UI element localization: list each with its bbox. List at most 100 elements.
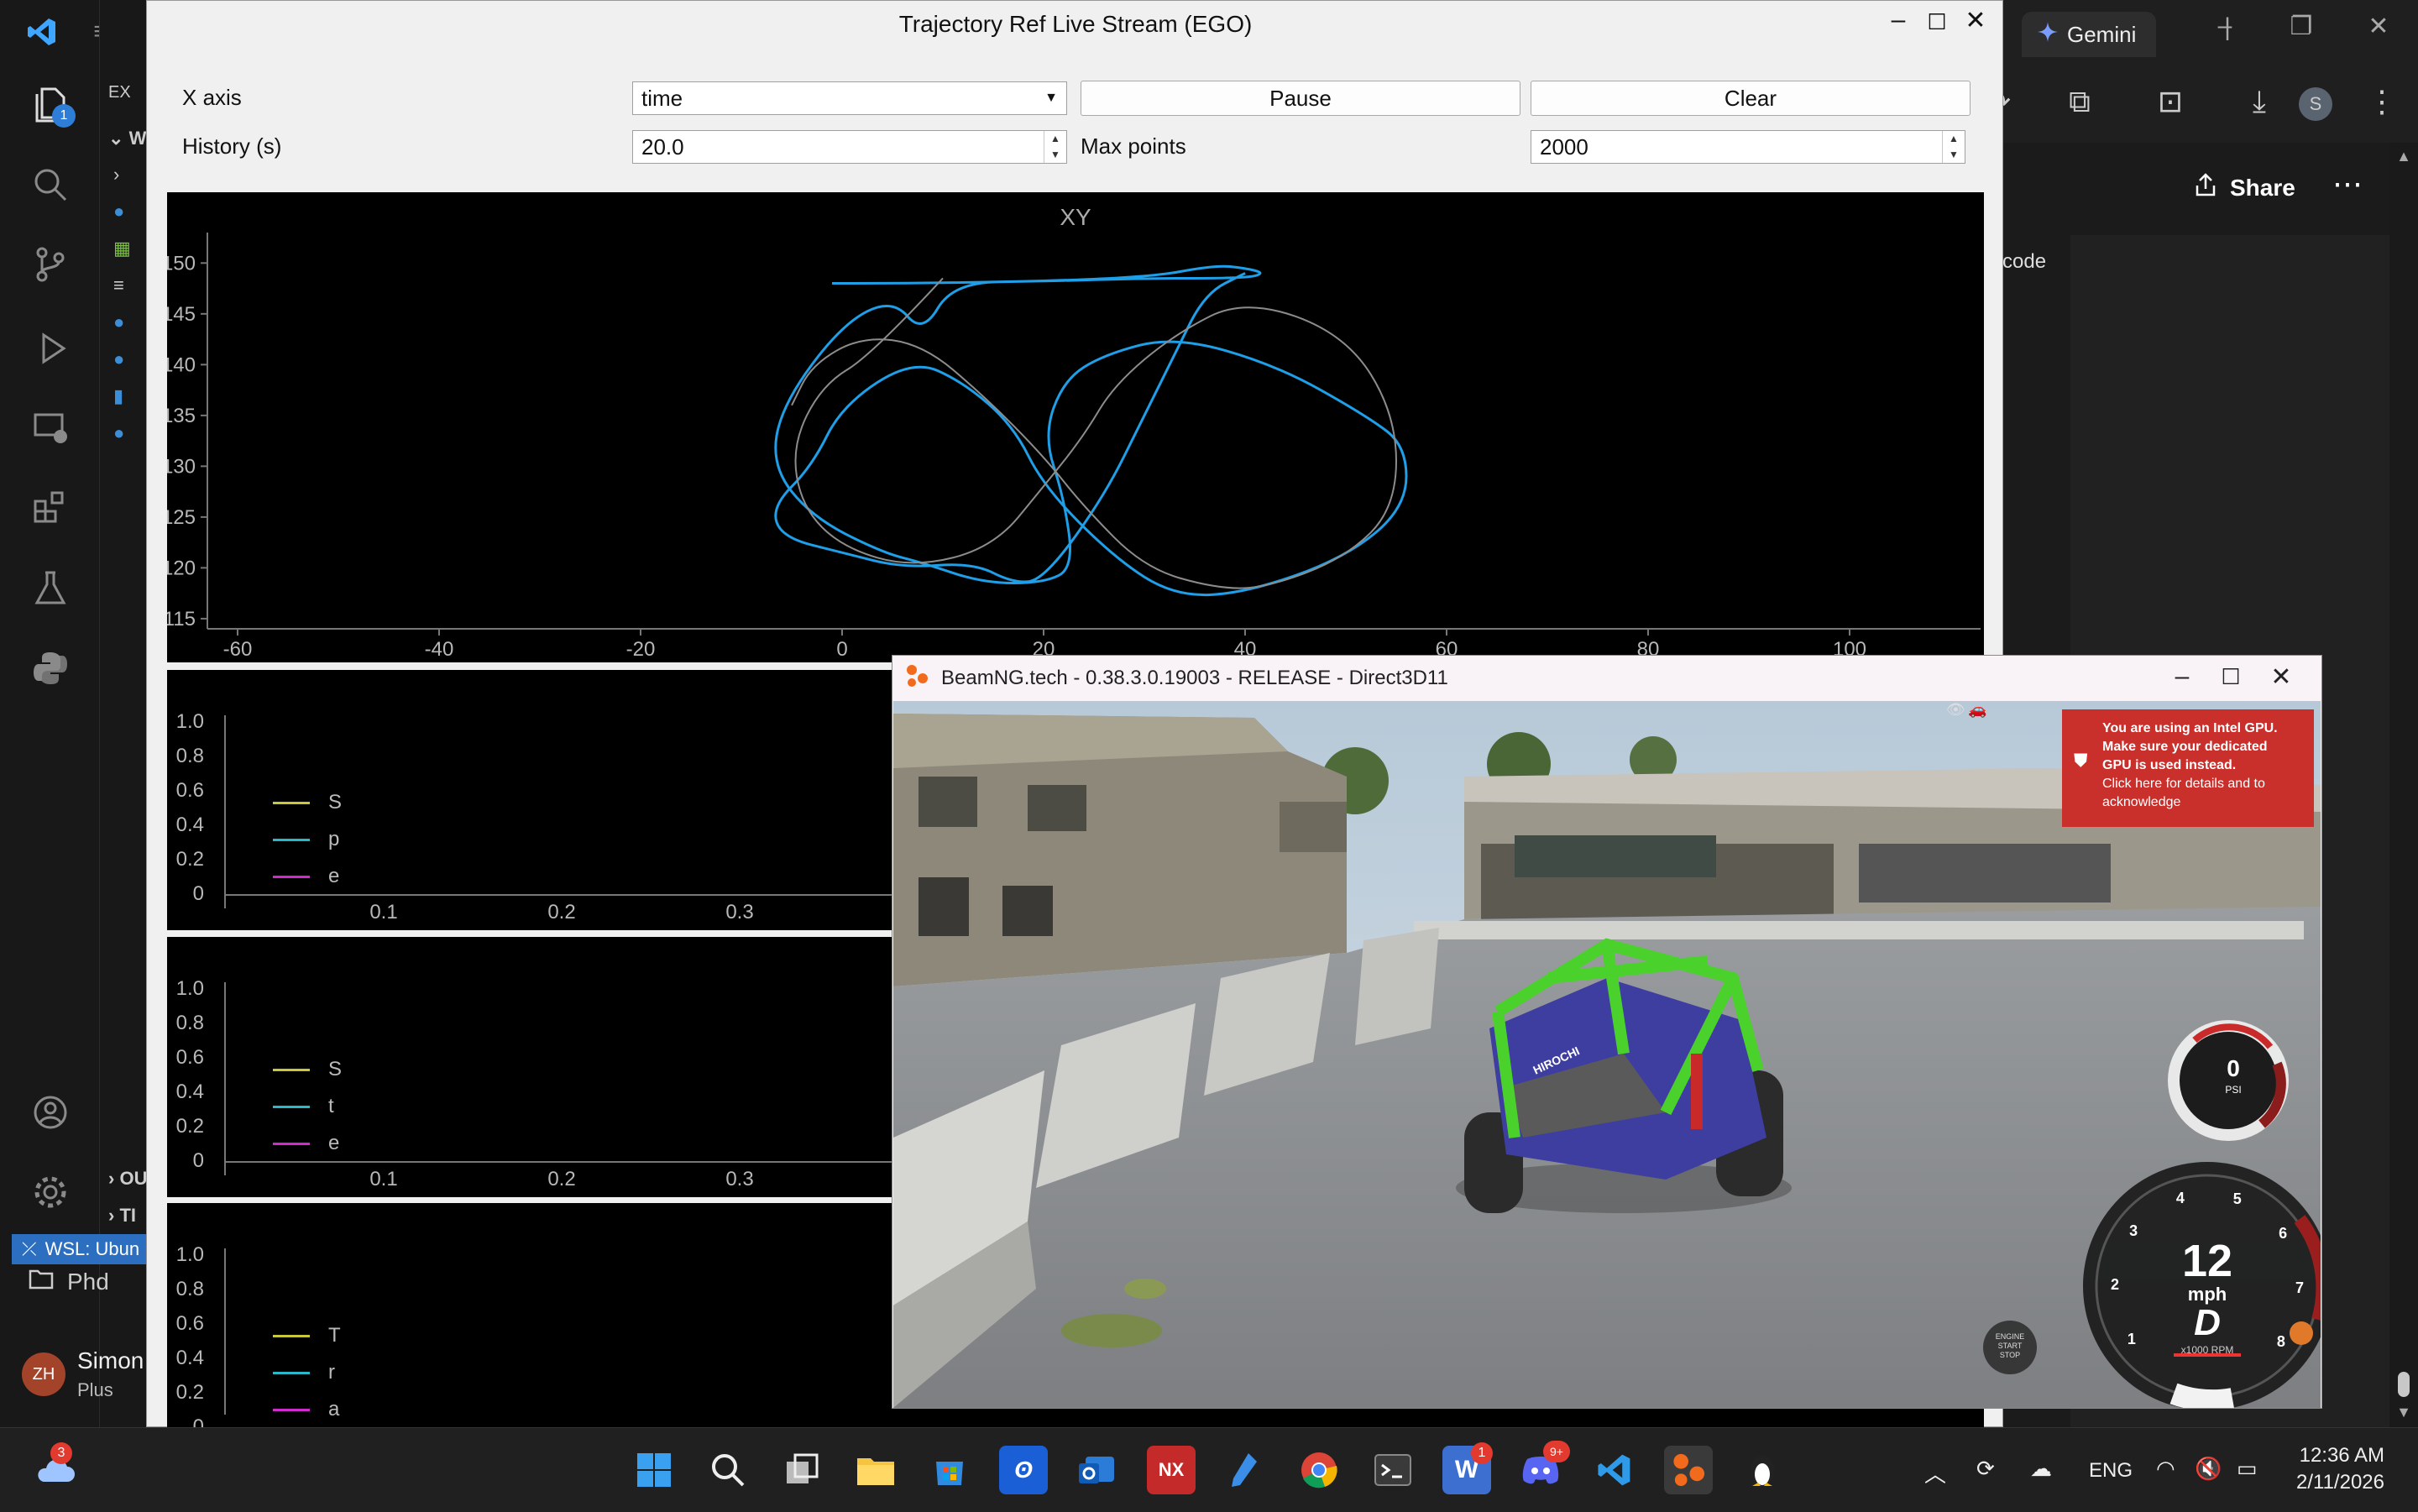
folder-item[interactable]: › [113,161,147,188]
folder-item-phd[interactable]: Phd [29,1268,109,1295]
microsoft-store-icon[interactable] [925,1446,974,1494]
maximize-icon[interactable]: ☐ [2206,664,2256,690]
tray-chevron-up-icon[interactable]: ︿ [1924,1457,1946,1488]
timeline-label: TI [119,1205,137,1226]
clock-date: 2/11/2026 [2296,1471,2384,1494]
python-file-item[interactable]: ● [113,346,147,373]
x-tick-label: 0.2 [547,1168,576,1190]
close-icon[interactable]: ✕ [2256,662,2306,692]
vscode-taskbar-icon[interactable] [1590,1446,1639,1494]
task-view-icon[interactable] [777,1446,826,1494]
browser-scrollbar[interactable] [2389,143,2418,1427]
user-profile[interactable]: ZH Simon Plus [22,1347,144,1401]
start-windows-icon[interactable] [630,1446,678,1494]
gear-indicator: D [2194,1302,2221,1343]
chrome-icon[interactable] [1295,1446,1343,1494]
linux-penguin-icon[interactable] [1738,1446,1787,1494]
restore-icon[interactable]: ❐ [2280,12,2322,41]
vscode-explorer-panel: EX ⌄ WI › ● ▦ ≡ ● ● ▮ ● › OU › TI [99,0,150,1427]
more-options-icon[interactable]: ⋯ [2332,166,2363,201]
close-icon[interactable]: ✕ [1957,6,1994,35]
minimize-icon[interactable]: – [2157,662,2207,691]
language-indicator[interactable]: ENG [2089,1459,2133,1483]
spin-arrows-icon[interactable]: ▲ ▼ [1044,131,1066,163]
extensions-icon[interactable] [25,483,76,533]
engine-start-stop-button[interactable]: ENGINE START STOP [1985,1332,2035,1360]
maximize-icon[interactable]: ☐ [1918,9,1955,35]
scroll-down-arrow-icon[interactable]: ▼ [2389,1404,2418,1421]
system-clock[interactable]: 12:36 AM 2/11/2026 [2267,1442,2384,1496]
engine-label: ENGINE [1995,1332,2025,1341]
python-file-item[interactable]: ● [113,309,147,336]
testing-icon[interactable] [25,562,76,613]
rpm-unit: x1000 RPM [2180,1344,2234,1356]
search-icon[interactable] [704,1446,752,1494]
chevron-down-icon: ⌄ [108,128,124,149]
battery-icon[interactable]: ▭ [2237,1456,2258,1482]
profile-avatar[interactable]: S [2299,87,2332,121]
history-spinbox[interactable]: 20.0 ▲ ▼ [632,130,1067,164]
y-tick-label: 0.8 [175,1278,204,1300]
scroll-up-arrow-icon[interactable]: ▲ [2389,148,2418,165]
chevron-right-icon: › [108,1168,115,1189]
wsl-remote-indicator[interactable]: ⤫ WSL: Ubun [12,1234,149,1264]
rpm-tick-label: 5 [2232,1190,2242,1207]
y-tick-label: 120 [167,557,196,579]
pause-button[interactable]: Pause [1081,81,1520,116]
browser-tab-gemini[interactable]: Gemini [2022,12,2156,57]
search-icon[interactable] [25,160,76,210]
scrollbar-thumb[interactable] [2398,1372,2410,1397]
source-control-icon[interactable] [25,239,76,290]
nx-app-icon[interactable]: NX [1147,1446,1196,1494]
notebook-file-item[interactable]: ▮ [113,383,147,410]
autodesk-icon[interactable]: ʘ [999,1446,1048,1494]
camera-eye-icon[interactable]: 👁 [1946,701,1965,719]
cloud-icon[interactable]: ☁ [2030,1456,2052,1482]
x-axis-select[interactable]: time ▼ [632,81,1067,115]
vehicle-icon[interactable]: 🚗 [1968,701,1986,719]
legend-swatch [273,1408,310,1411]
python-icon[interactable] [25,642,76,693]
share-button[interactable]: Share [2193,172,2295,203]
terminal-icon[interactable] [1369,1446,1417,1494]
spin-arrows-icon[interactable]: ▲ ▼ [1942,131,1965,163]
text-file-item[interactable]: ≡ [113,272,147,299]
outlook-icon[interactable] [1073,1446,1122,1494]
beamng-taskbar-icon[interactable] [1664,1446,1713,1494]
run-debug-icon[interactable] [25,323,76,374]
discord-badge: 9+ [1543,1441,1570,1462]
remote-explorer-icon[interactable] [25,403,76,453]
settings-gear-icon[interactable] [25,1167,76,1217]
close-icon[interactable]: ✕ [2358,12,2400,41]
gpu-warning-banner[interactable]: ⛊ You are using an Intel GPU. Make sure … [2062,709,2314,827]
history-value: 20.0 [641,134,684,160]
sync-icon[interactable]: ⟳ [1976,1456,1995,1482]
folder-icon [29,1268,54,1295]
browser-menu-icon[interactable]: ⋮ [2361,84,2403,119]
timeline-section[interactable]: › TI [108,1199,149,1232]
workspace-section[interactable]: ⌄ WI [108,122,149,155]
speaker-muted-icon[interactable]: 🔇 [2195,1456,2222,1482]
clear-button[interactable]: Clear [1531,81,1971,116]
outline-section[interactable]: › OU [108,1162,149,1195]
gpu-warning-line: GPU is used instead. [2102,758,2237,772]
minimize-icon[interactable]: – [1880,6,1917,34]
minimize-icon[interactable]: – [2204,12,2246,40]
python-file-icon: ● [113,422,125,443]
file-explorer-icon[interactable] [851,1446,900,1494]
xy-plot[interactable]: XY 150 145 140 135 130 125 120 115 -60 -40 -20 0 20 4… [167,192,1984,662]
clock-time: 12:36 AM [2299,1444,2384,1467]
account-icon[interactable] [25,1087,76,1138]
window-title: Trajectory Ref Live Stream (EGO) [898,11,1253,37]
download-icon[interactable]: ⤓ [2238,84,2280,120]
screen-search-icon[interactable]: ⊡ [2149,84,2191,119]
extensions-puzzle-icon[interactable]: ⧉ [2059,84,2101,120]
max-points-spinbox[interactable]: 2000 ▲ ▼ [1531,130,1965,164]
table-file-item[interactable]: ▦ [113,235,147,262]
wifi-icon[interactable]: ◠ [2156,1456,2175,1482]
pen-app-icon[interactable] [1221,1446,1269,1494]
python-file-item[interactable]: ● [113,420,147,447]
legend-entry: T [273,1324,341,1347]
share-label: Share [2230,174,2295,201]
python-file-item[interactable]: ● [113,198,147,225]
